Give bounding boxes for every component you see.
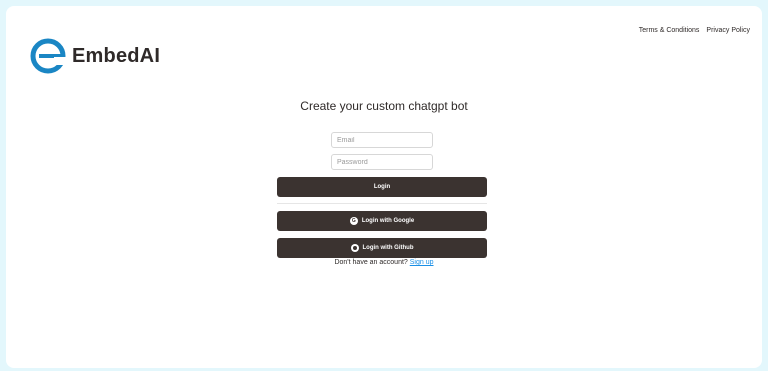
login-button[interactable]: Login <box>277 177 487 197</box>
login-button-label: Login <box>373 184 391 190</box>
signup-link[interactable]: Sign up <box>410 259 434 266</box>
embedai-logo-icon <box>30 38 66 74</box>
terms-link[interactable]: Terms & Conditions <box>639 27 700 34</box>
google-button-label: Login with Google <box>361 218 415 224</box>
login-google-button[interactable]: G Login with Google <box>277 211 487 231</box>
privacy-link[interactable]: Privacy Policy <box>706 27 750 34</box>
signup-prompt: Don't have an account? Sign up <box>0 259 768 266</box>
divider <box>277 203 487 204</box>
github-icon <box>350 244 359 252</box>
google-icon: G <box>349 217 358 225</box>
password-field[interactable] <box>331 154 433 170</box>
signup-text: Don't have an account? <box>334 259 408 266</box>
page-title: Create your custom chatgpt bot <box>300 99 468 113</box>
brand-name: EmbedAI <box>72 44 161 67</box>
brand-logo[interactable]: EmbedAI <box>30 38 160 74</box>
email-field[interactable] <box>331 132 433 148</box>
header-links: Terms & Conditions Privacy Policy <box>639 27 750 34</box>
github-button-label: Login with Github <box>362 245 414 251</box>
login-github-button[interactable]: Login with Github <box>277 238 487 258</box>
